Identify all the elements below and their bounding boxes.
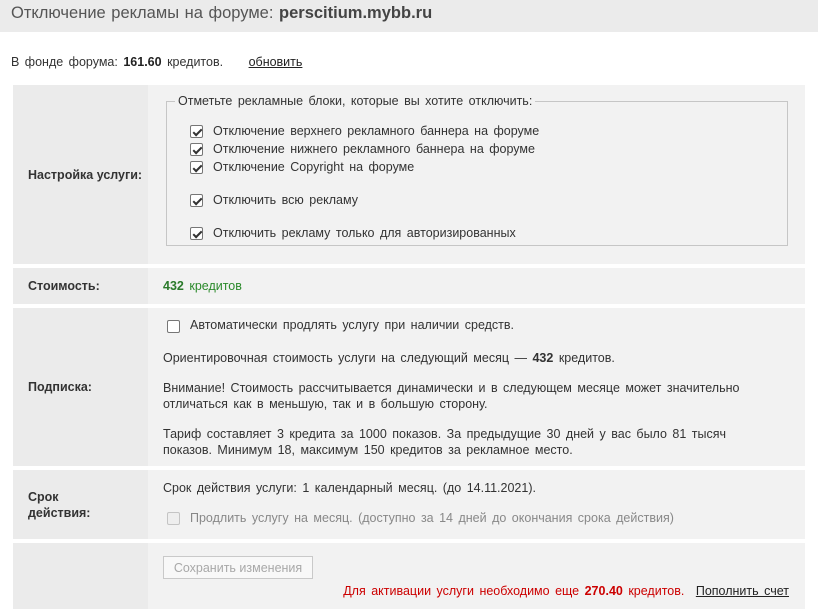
auto-renew-label[interactable]: Автоматически продлять услугу при наличи…: [190, 318, 514, 332]
actions-row: Сохранить изменения Для активации услуги…: [13, 543, 805, 609]
save-button[interactable]: Сохранить изменения: [163, 556, 313, 579]
estimate-amount: 432: [532, 351, 554, 365]
subscription-cell: Автоматически продлять услугу при наличи…: [148, 308, 805, 466]
ad-blocks-legend: Отметьте рекламные блоки, которые вы хот…: [178, 94, 533, 108]
settings-cell: Отметьте рекламные блоки, которые вы хот…: [148, 85, 805, 264]
term-label: Срок действия:: [28, 489, 91, 520]
option-auth-only-checkbox[interactable]: [190, 227, 203, 240]
activation-unit: кредитов.: [628, 584, 685, 598]
option-all-ads-checkbox[interactable]: [190, 194, 203, 207]
forum-fund: В фонде форума: 161.60 кредитов. обновит…: [11, 55, 302, 69]
estimate-unit: кредитов.: [558, 351, 615, 365]
activation-prefix: Для активации услуги необходимо еще: [343, 584, 580, 598]
forum-domain: perscitium.mybb.ru: [279, 4, 433, 22]
page-title-prefix: Отключение рекламы на форуме:: [11, 4, 274, 22]
settings-row: Настройка услуги: Отметьте рекламные бло…: [13, 85, 805, 264]
actions-label-empty: [13, 543, 145, 609]
option-copyright-checkbox[interactable]: [190, 161, 203, 174]
option-bottom-banner-checkbox[interactable]: [190, 143, 203, 156]
option-all-ads-label[interactable]: Отключить всю рекламу: [213, 193, 358, 207]
option-copyright-label[interactable]: Отключение Copyright на форуме: [213, 160, 414, 174]
extend-label: Продлить услугу на месяц. (доступно за 1…: [190, 511, 674, 525]
tariff-text: Тариф составляет 3 кредита за 1000 показ…: [163, 427, 727, 457]
auto-renew-checkbox[interactable]: [167, 320, 180, 333]
cost-label: Стоимость:: [28, 279, 100, 293]
term-row: Срок действия: Срок действия услуги: 1 к…: [13, 470, 805, 539]
warning-text: Внимание! Стоимость рассчитывается динам…: [163, 381, 740, 411]
term-cell: Срок действия услуги: 1 календарный меся…: [148, 470, 805, 539]
activation-notice: Для активации услуги необходимо еще 270.…: [343, 584, 789, 598]
cost-cell: 432 кредитов: [148, 268, 805, 304]
subscription-label: Подписка:: [28, 380, 92, 394]
settings-label: Настройка услуги:: [28, 167, 143, 182]
estimate-prefix: Ориентировочная стоимость услуги на след…: [163, 351, 527, 365]
option-top-banner-checkbox[interactable]: [190, 125, 203, 138]
option-top-banner-label[interactable]: Отключение верхнего рекламного баннера н…: [213, 124, 539, 138]
topup-link[interactable]: Пополнить счет: [696, 584, 789, 598]
extend-checkbox[interactable]: [167, 512, 180, 525]
activation-amount: 270.40: [584, 584, 623, 598]
fund-prefix: В фонде форума:: [11, 55, 118, 69]
refresh-link[interactable]: обновить: [249, 55, 303, 69]
page-header: Отключение рекламы на форуме: perscitium…: [0, 0, 818, 32]
fund-unit: кредитов.: [167, 55, 224, 69]
fund-amount: 161.60: [123, 55, 162, 69]
option-bottom-banner-label[interactable]: Отключение нижнего рекламного баннера на…: [213, 142, 535, 156]
term-text: Срок действия услуги: 1 календарный меся…: [163, 481, 536, 495]
cost-row: Стоимость: 432 кредитов: [13, 268, 805, 304]
activation-text: Для активации услуги необходимо еще 270.…: [343, 584, 690, 598]
estimate-text: Ориентировочная стоимость услуги на след…: [163, 350, 775, 366]
actions-cell: Сохранить изменения Для активации услуги…: [148, 543, 805, 609]
cost-amount: 432: [163, 279, 184, 293]
subscription-row: Подписка: Автоматически продлять услугу …: [13, 308, 805, 466]
cost-value: 432 кредитов: [163, 279, 242, 293]
cost-unit: кредитов: [189, 279, 242, 293]
option-auth-only-label[interactable]: Отключить рекламу только для авторизиров…: [213, 226, 516, 240]
